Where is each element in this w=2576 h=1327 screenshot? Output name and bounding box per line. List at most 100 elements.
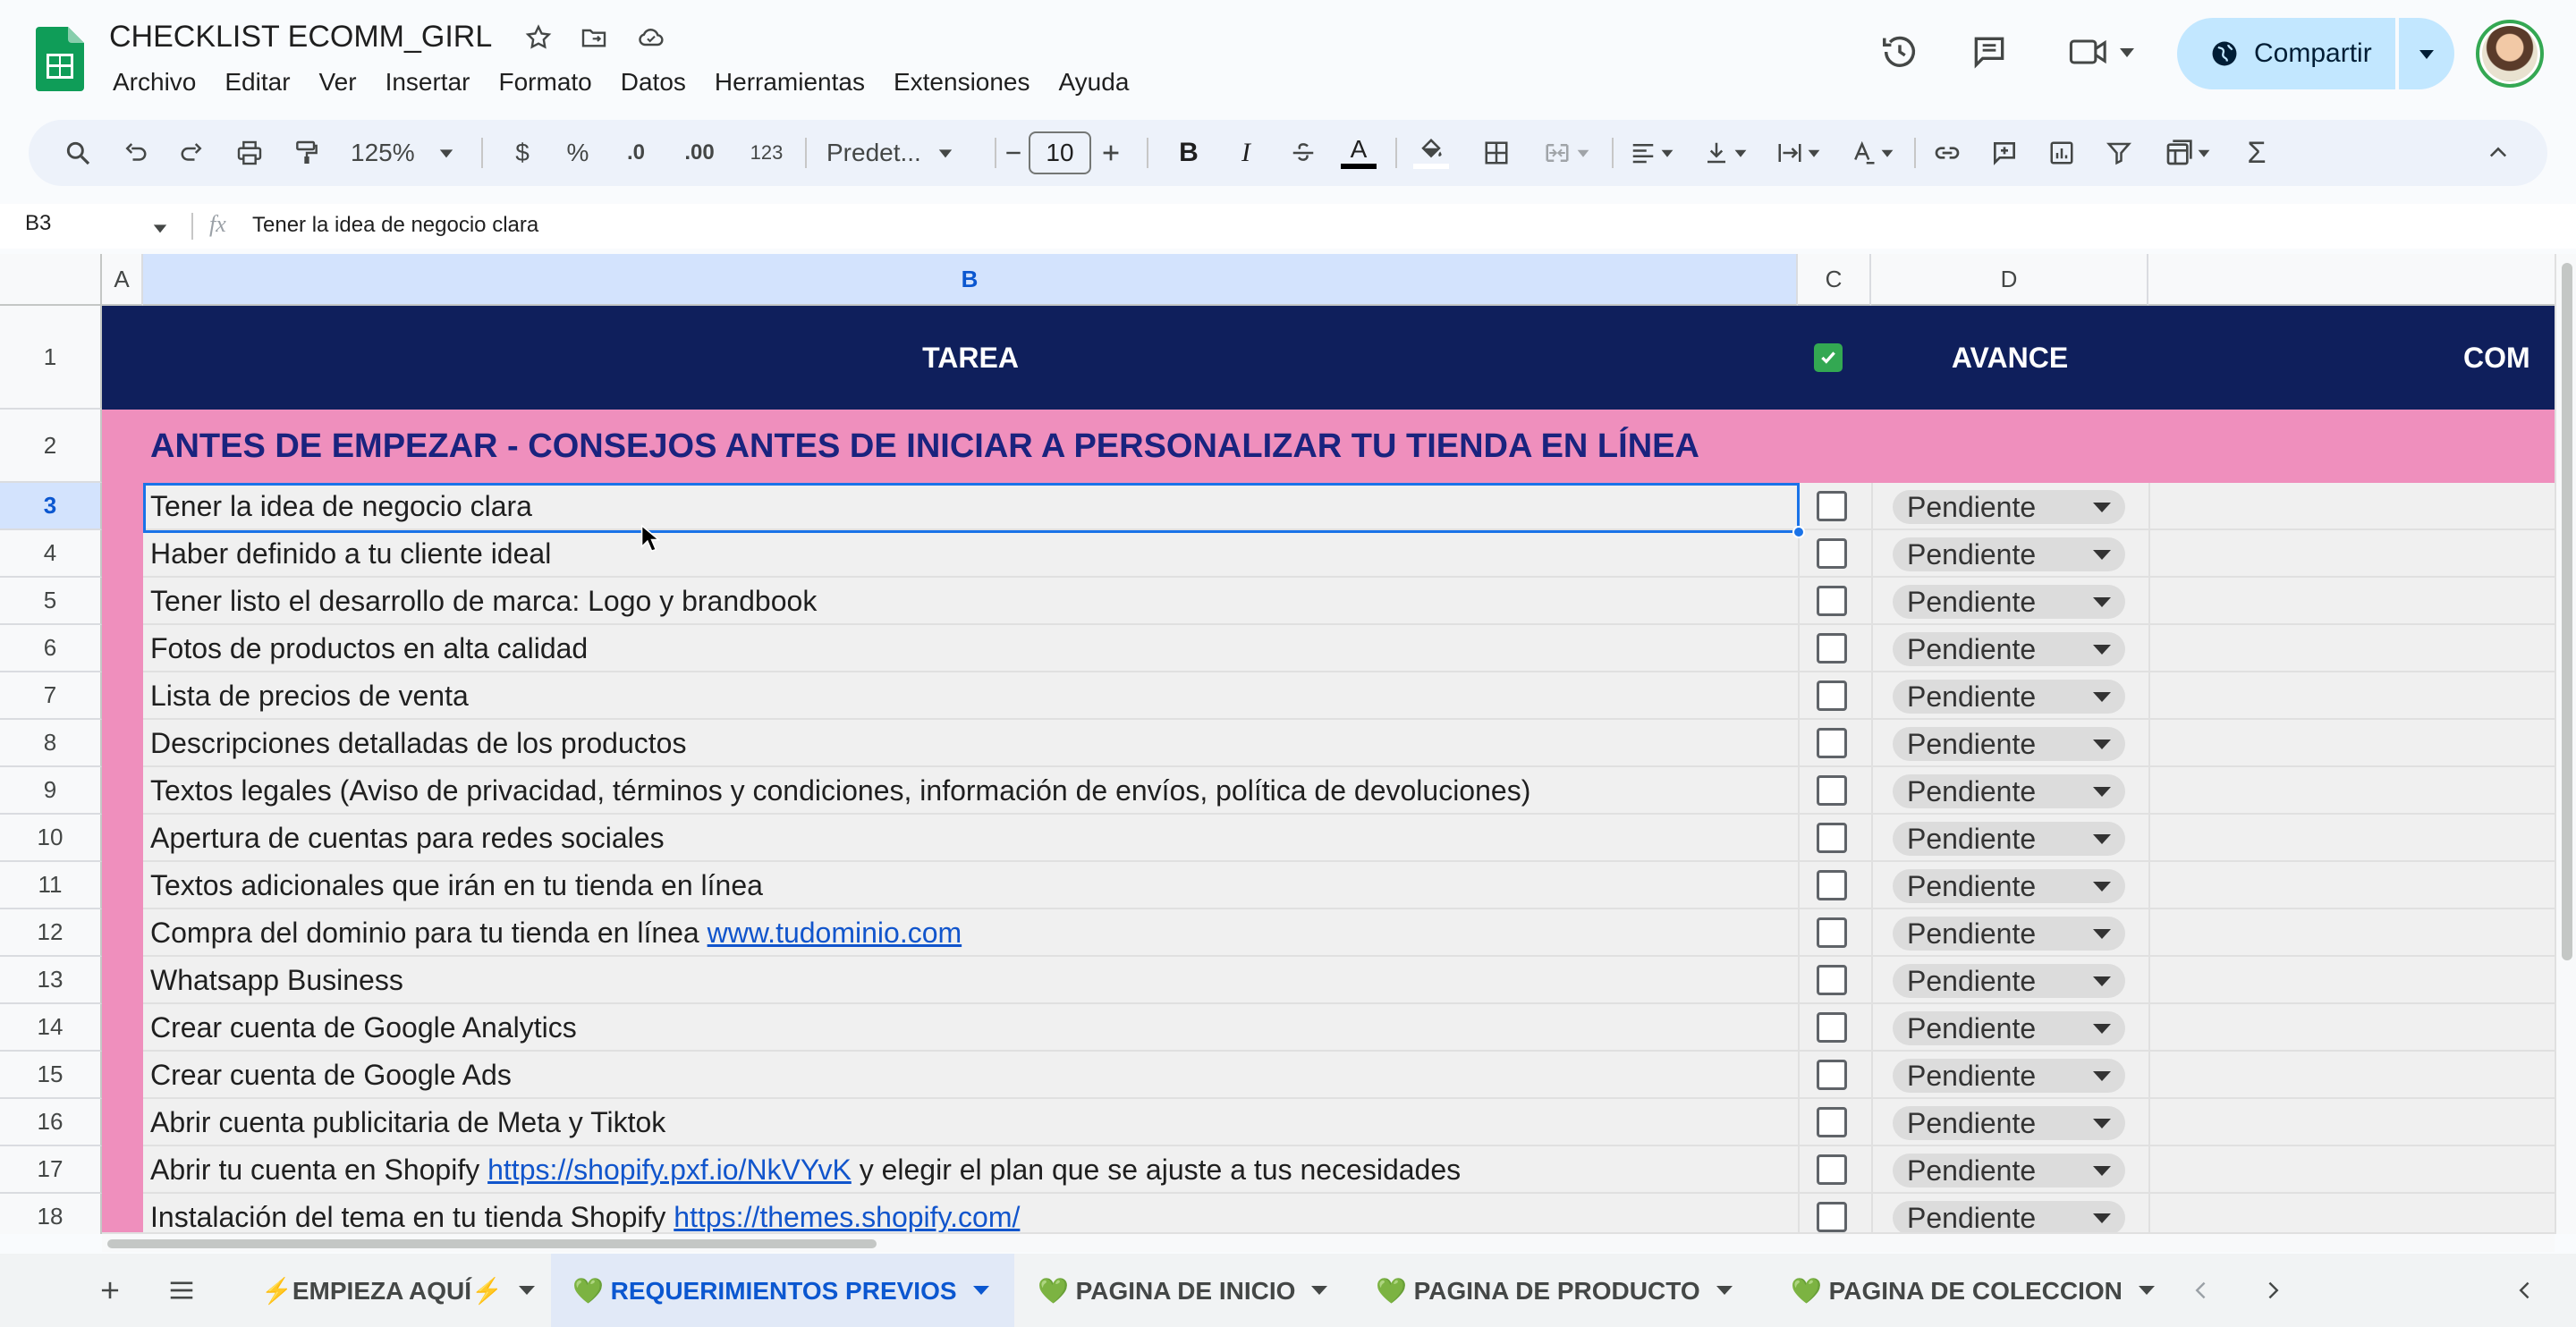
all-sheets-icon[interactable]: [157, 1254, 206, 1327]
task-checkbox[interactable]: [1817, 680, 1847, 711]
name-box[interactable]: B3: [25, 211, 51, 236]
row-header[interactable]: 14: [0, 1004, 102, 1052]
status-dropdown[interactable]: Pendiente: [1893, 1154, 2125, 1188]
filter-icon[interactable]: [2097, 120, 2141, 186]
status-dropdown[interactable]: Pendiente: [1893, 1201, 2125, 1234]
task-cell[interactable]: Descripciones detalladas de los producto…: [150, 720, 686, 767]
task-cell[interactable]: Haber definido a tu cliente ideal: [150, 530, 551, 578]
status-dropdown[interactable]: Pendiente: [1893, 917, 2125, 951]
paint-format-icon[interactable]: [284, 120, 329, 186]
menu-formato[interactable]: Formato: [485, 66, 606, 98]
task-checkbox[interactable]: [1817, 1154, 1847, 1185]
sheets-logo-icon[interactable]: [36, 27, 84, 91]
menu-editar[interactable]: Editar: [210, 66, 304, 98]
task-cell[interactable]: Abrir cuenta publicitaria de Meta y Tikt…: [150, 1099, 665, 1146]
share-button[interactable]: Compartir: [2177, 18, 2395, 89]
sheet-tab[interactable]: 💚 PAGINA DE COLECCION: [1769, 1254, 2157, 1327]
menu-ver[interactable]: Ver: [305, 66, 371, 98]
header-tarea[interactable]: TAREA: [143, 306, 1798, 410]
task-cell[interactable]: Textos legales (Aviso de privacidad, tér…: [150, 767, 1530, 815]
task-checkbox[interactable]: [1817, 823, 1847, 853]
task-checkbox[interactable]: [1817, 586, 1847, 616]
add-sheet-icon[interactable]: [86, 1254, 134, 1327]
decrease-decimal-button[interactable]: .0: [614, 120, 658, 186]
cloud-saved-icon[interactable]: [633, 20, 669, 55]
redo-icon[interactable]: [170, 120, 215, 186]
scroll-tabs-left-icon[interactable]: [2179, 1254, 2224, 1327]
collapse-toolbar-icon[interactable]: [2476, 120, 2521, 186]
menu-insertar[interactable]: Insertar: [371, 66, 485, 98]
task-cell[interactable]: Tener listo el desarrollo de marca: Logo…: [150, 578, 817, 625]
status-dropdown[interactable]: Pendiente: [1893, 585, 2125, 619]
status-dropdown[interactable]: Pendiente: [1893, 680, 2125, 714]
fill-color-icon[interactable]: [1406, 120, 1456, 186]
menu-archivo[interactable]: Archivo: [98, 66, 210, 98]
column-header-b[interactable]: B: [143, 254, 1798, 306]
column-header-d[interactable]: D: [1871, 254, 2148, 306]
task-cell[interactable]: Instalación del tema en tu tienda Shopif…: [150, 1194, 1020, 1234]
collapse-side-panel-icon[interactable]: [2503, 1254, 2547, 1327]
task-cell[interactable]: Whatsapp Business: [150, 957, 403, 1004]
select-all-corner[interactable]: [0, 254, 102, 306]
chevron-down-icon[interactable]: [152, 220, 168, 236]
column-header-a[interactable]: A: [102, 254, 143, 306]
row-header[interactable]: 4: [0, 530, 102, 578]
row-header[interactable]: 2: [0, 410, 102, 483]
menu-herramientas[interactable]: Herramientas: [700, 66, 879, 98]
vertical-align-icon[interactable]: [1694, 120, 1757, 186]
italic-button[interactable]: I: [1224, 120, 1268, 186]
task-cell[interactable]: Abrir tu cuenta en Shopify https://shopi…: [150, 1146, 1461, 1194]
print-icon[interactable]: [227, 120, 272, 186]
horizontal-align-icon[interactable]: [1621, 120, 1683, 186]
merge-cells-icon[interactable]: [1531, 120, 1603, 186]
status-dropdown[interactable]: Pendiente: [1893, 822, 2125, 856]
search-menus-icon[interactable]: [55, 120, 100, 186]
insert-comment-icon[interactable]: [1982, 120, 2027, 186]
number-format-button[interactable]: 123: [744, 120, 789, 186]
row-header[interactable]: 9: [0, 767, 102, 815]
status-dropdown[interactable]: Pendiente: [1893, 727, 2125, 761]
status-dropdown[interactable]: Pendiente: [1893, 1106, 2125, 1140]
share-dropdown-button[interactable]: [2399, 18, 2454, 89]
insert-chart-icon[interactable]: [2039, 120, 2084, 186]
sheet-tab[interactable]: ⚡EMPIEZA AQUÍ⚡: [240, 1254, 549, 1327]
task-checkbox[interactable]: [1817, 633, 1847, 664]
filter-views-icon[interactable]: [2154, 120, 2222, 186]
status-dropdown[interactable]: Pendiente: [1893, 869, 2125, 903]
bold-button[interactable]: B: [1166, 120, 1211, 186]
percent-format-button[interactable]: %: [558, 120, 597, 186]
font-size-decrease-button[interactable]: [1000, 120, 1027, 186]
row-header[interactable]: 15: [0, 1052, 102, 1099]
row-header[interactable]: 18: [0, 1194, 102, 1234]
font-select[interactable]: Predet...: [816, 120, 986, 186]
scroll-tabs-right-icon[interactable]: [2250, 1254, 2295, 1327]
task-checkbox[interactable]: [1817, 775, 1847, 806]
row-header[interactable]: 7: [0, 672, 102, 720]
row-header[interactable]: 13: [0, 957, 102, 1004]
task-cell[interactable]: Tener la idea de negocio clara: [150, 483, 532, 530]
row-header[interactable]: 8: [0, 720, 102, 767]
status-dropdown[interactable]: Pendiente: [1893, 632, 2125, 666]
status-dropdown[interactable]: Pendiente: [1893, 537, 2125, 571]
task-cell[interactable]: Apertura de cuentas para redes sociales: [150, 815, 665, 862]
font-size-input[interactable]: 10: [1029, 131, 1091, 174]
fill-handle[interactable]: [1792, 526, 1805, 538]
zoom-select[interactable]: 125%: [342, 120, 467, 186]
column-header-e[interactable]: [2148, 254, 2555, 306]
row-header[interactable]: 3: [0, 483, 102, 530]
task-cell[interactable]: Crear cuenta de Google Ads: [150, 1052, 512, 1099]
row-header[interactable]: 17: [0, 1146, 102, 1194]
task-checkbox[interactable]: [1817, 1107, 1847, 1137]
task-cell[interactable]: Fotos de productos en alta calidad: [150, 625, 588, 672]
menu-datos[interactable]: Datos: [606, 66, 700, 98]
task-link[interactable]: www.tudominio.com: [708, 917, 962, 949]
status-dropdown[interactable]: Pendiente: [1893, 774, 2125, 808]
task-checkbox[interactable]: [1817, 491, 1847, 521]
row-header[interactable]: 1: [0, 306, 102, 410]
header-com[interactable]: COM: [2463, 306, 2555, 410]
vertical-scrollbar[interactable]: [2555, 254, 2576, 1234]
task-checkbox[interactable]: [1817, 870, 1847, 900]
task-checkbox[interactable]: [1817, 1202, 1847, 1232]
task-cell[interactable]: Lista de precios de venta: [150, 672, 469, 720]
document-title[interactable]: CHECKLIST ECOMM_GIRL: [109, 20, 492, 55]
